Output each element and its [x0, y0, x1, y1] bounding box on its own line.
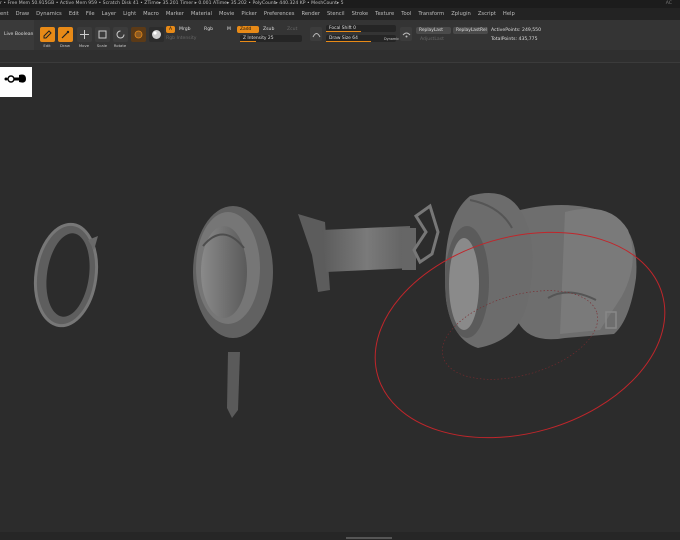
document-canvas[interactable] — [0, 98, 680, 532]
dynamic-button[interactable]: Dynamic — [384, 37, 399, 41]
menu-item[interactable]: Preferences — [264, 11, 295, 17]
menu-item[interactable]: Picker — [241, 11, 256, 17]
scale-button[interactable] — [95, 27, 110, 42]
menu-item[interactable]: Stencil — [327, 11, 345, 17]
move-label: Move — [78, 43, 90, 48]
menu-item[interactable]: Macro — [143, 11, 159, 17]
replay-last-rel-button[interactable]: ReplayLastRel — [453, 27, 488, 34]
menu-item[interactable]: File — [86, 11, 95, 17]
z-intensity-value: 25 — [267, 36, 274, 41]
menu-item[interactable]: Dynamics — [36, 11, 62, 17]
replay-last-button[interactable]: ReplayLast — [416, 27, 451, 34]
bottom-bar — [0, 532, 680, 540]
menu-item[interactable]: Texture — [375, 11, 394, 17]
scale-label: Scale — [96, 43, 108, 48]
move-icon — [80, 30, 89, 39]
curve-icon — [312, 32, 320, 37]
zcut-button[interactable]: Zcut — [287, 27, 297, 32]
menu-item[interactable]: Render — [301, 11, 319, 17]
draw-button[interactable] — [58, 27, 73, 42]
rgb-intensity-slider[interactable]: Rgb Intensity — [166, 36, 196, 41]
edit-icon — [43, 30, 52, 39]
zadd-button[interactable]: Zadd — [237, 26, 259, 33]
lazy-mouse-button[interactable] — [400, 27, 412, 41]
focal-shift-slider[interactable]: Focal Shift 0 — [326, 25, 396, 32]
tool-thumbnail[interactable] — [0, 67, 32, 97]
menu-bar: ent Draw Dynamics Edit File Layer Light … — [0, 8, 680, 20]
material-sphere-icon — [152, 30, 161, 39]
status-text: r • Free Mem 50.915GB • Active Mem 959 •… — [0, 1, 344, 6]
lazy-mouse-icon — [402, 32, 410, 37]
menu-item[interactable]: Zplugin — [451, 11, 471, 17]
status-bar: r • Free Mem 50.915GB • Active Mem 959 •… — [0, 0, 680, 8]
mesh-small-ring[interactable] — [29, 220, 103, 329]
draw-label: Draw — [60, 43, 70, 48]
adjust-last-slider[interactable]: AdjustLast — [420, 37, 444, 42]
m-button[interactable]: M — [227, 27, 231, 32]
menu-item[interactable]: Light — [123, 11, 136, 17]
mrgb-button[interactable]: Mrgb — [179, 27, 191, 32]
menu-item[interactable]: Tool — [401, 11, 411, 17]
menu-item[interactable]: Draw — [16, 11, 30, 17]
scale-icon — [98, 30, 107, 39]
status-corner: AC — [665, 1, 672, 6]
live-boolean-button[interactable]: Live Boolean — [4, 32, 33, 37]
total-points: TotalPoints: 435,775 — [491, 37, 538, 42]
menu-item[interactable]: Movie — [219, 11, 234, 17]
top-shelf: Live Boolean Edit Draw Move Scale Rotate… — [0, 20, 680, 50]
bottom-tray-handle[interactable] — [346, 537, 392, 539]
mesh-lens-with-handle[interactable] — [193, 206, 273, 418]
edit-button[interactable] — [40, 27, 55, 42]
shelf-divider — [0, 50, 680, 63]
menu-item[interactable]: Zscript — [478, 11, 496, 17]
draw-size-fill — [326, 40, 371, 42]
mesh-cuff-body[interactable] — [445, 193, 637, 348]
edit-label: Edit — [43, 43, 51, 48]
menu-item[interactable]: Edit — [69, 11, 79, 17]
z-intensity-fill — [240, 40, 256, 42]
focal-shift-fill — [326, 30, 361, 32]
menu-item[interactable]: Stroke — [352, 11, 369, 17]
draw-icon — [61, 30, 70, 39]
rotate-button[interactable] — [113, 27, 128, 42]
brush-button[interactable] — [131, 27, 146, 42]
menu-item[interactable]: Transform — [418, 11, 444, 17]
z-intensity-slider[interactable]: Z Intensity 25 — [240, 35, 302, 42]
rotate-label: Rotate — [113, 43, 127, 48]
menu-item[interactable]: Help — [503, 11, 515, 17]
rotate-icon — [116, 30, 125, 39]
menu-item[interactable]: Marker — [166, 11, 184, 17]
zsub-button[interactable]: Zsub — [263, 27, 274, 32]
brush-icon — [134, 30, 143, 39]
canvas-viewport[interactable] — [0, 98, 680, 532]
menu-item[interactable]: ent — [0, 11, 9, 17]
menu-item[interactable]: Layer — [102, 11, 116, 17]
move-button[interactable] — [77, 27, 92, 42]
symmetry-button[interactable] — [310, 27, 322, 41]
rgb-button[interactable]: Rgb — [204, 27, 213, 32]
menu-item[interactable]: Material — [191, 11, 212, 17]
a-button[interactable]: A — [166, 26, 175, 33]
tool-preview-icon — [4, 74, 26, 83]
mesh-barrel-with-handle[interactable] — [298, 203, 440, 292]
material-button[interactable] — [149, 27, 164, 42]
active-points: ActivePoints: 249,550 — [491, 28, 542, 33]
